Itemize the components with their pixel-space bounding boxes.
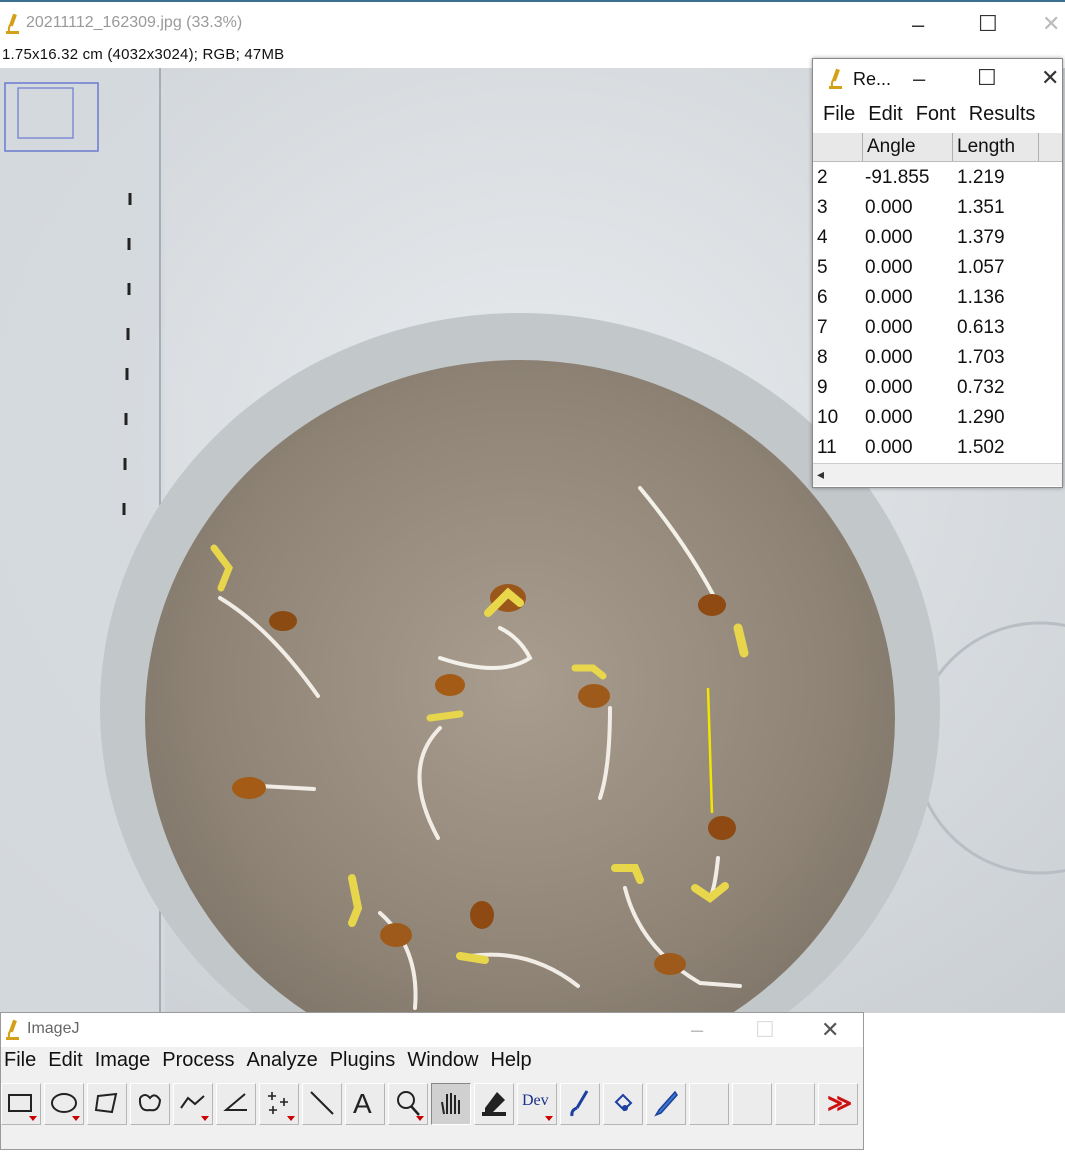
dev-menu-tool[interactable]: Dev	[517, 1083, 557, 1125]
maximize-button[interactable]: ☐	[978, 13, 998, 35]
table-row[interactable]: 9 0.000 0.732	[813, 373, 1062, 403]
more-tools-button[interactable]: ≫	[818, 1083, 858, 1125]
polygon-icon	[94, 1092, 118, 1114]
table-row[interactable]: 6 0.000 1.136	[813, 283, 1062, 313]
imagej-close-button[interactable]: ✕	[821, 1019, 839, 1041]
table-row[interactable]: 7 0.000 0.613	[813, 313, 1062, 343]
close-button[interactable]: ✕	[1042, 13, 1060, 35]
brush-icon	[570, 1090, 589, 1117]
menu-plugins[interactable]: Plugins	[330, 1049, 396, 1077]
table-row[interactable]: 8 0.000 1.703	[813, 343, 1062, 373]
results-window: Re... – ☐ ✕ File Edit Font Results Angle…	[812, 58, 1063, 488]
menu-window[interactable]: Window	[407, 1049, 478, 1077]
multipoint-icon	[268, 1092, 288, 1114]
results-titlebar[interactable]: Re... – ☐ ✕	[813, 59, 1062, 99]
results-maximize-button[interactable]: ☐	[977, 67, 997, 89]
empty-tool-slot-3	[775, 1083, 815, 1125]
image-info-bar: 1.75x16.32 cm (4032x3024); RGB; 47MB	[2, 46, 285, 63]
results-menu-results[interactable]: Results	[969, 103, 1036, 131]
table-row[interactable]: 3 0.000 1.351	[813, 193, 1062, 223]
minimize-button[interactable]: –	[912, 14, 924, 36]
empty-tool-slot-1	[689, 1083, 729, 1125]
empty-tool-slot-2	[732, 1083, 772, 1125]
freehand-icon	[138, 1094, 162, 1112]
brush-tool[interactable]	[560, 1083, 600, 1125]
magnifier-icon	[397, 1091, 420, 1116]
results-menu-edit[interactable]: Edit	[868, 103, 902, 131]
imagej-minimize-button[interactable]: –	[691, 1019, 703, 1041]
imagej-maximize-button[interactable]: ☐	[755, 1019, 775, 1041]
segmented-line-icon	[180, 1095, 205, 1109]
pencil-tool[interactable]	[646, 1083, 686, 1125]
table-row[interactable]: 11 0.000 1.502	[813, 433, 1062, 463]
image-window-titlebar[interactable]: 20211112_162309.jpg (33.3%) – ☐ ✕	[0, 0, 1065, 44]
table-row[interactable]: 5 0.000 1.057	[813, 253, 1062, 283]
angle-icon	[223, 1093, 247, 1111]
imagej-window: ImageJ – ☐ ✕ File Edit Image Process Ana…	[0, 1012, 864, 1150]
results-minimize-button[interactable]: –	[913, 68, 925, 90]
tool-bar: A Dev ≫	[1, 1083, 861, 1135]
imagej-menu-bar: File Edit Image Process Analyze Plugins …	[1, 1049, 541, 1077]
magnifier-tool[interactable]	[388, 1083, 428, 1125]
image-window-title: 20211112_162309.jpg (33.3%)	[26, 14, 243, 31]
imagej-title: ImageJ	[27, 1020, 80, 1037]
freehand-tool[interactable]	[130, 1083, 170, 1125]
rectangle-icon	[8, 1094, 32, 1112]
results-title: Re...	[853, 69, 892, 89]
menu-analyze[interactable]: Analyze	[247, 1049, 318, 1077]
microscope-icon	[6, 13, 19, 34]
flood-fill-tool[interactable]	[603, 1083, 643, 1125]
results-table-header: Angle Length	[813, 133, 1062, 162]
menu-file[interactable]: File	[4, 1049, 36, 1077]
point-tool[interactable]	[259, 1083, 299, 1125]
results-menu-font[interactable]: Font	[916, 103, 956, 131]
line-tool[interactable]	[173, 1083, 213, 1125]
table-row[interactable]: 10 0.000 1.290	[813, 403, 1062, 433]
flood-fill-icon	[614, 1093, 633, 1112]
polygon-tool[interactable]	[87, 1083, 127, 1125]
text-tool[interactable]: A	[345, 1083, 385, 1125]
horizontal-scrollbar[interactable]: ◂	[813, 463, 1062, 486]
results-menu-bar: File Edit Font Results	[813, 103, 1038, 131]
menu-process[interactable]: Process	[162, 1049, 234, 1077]
rectangle-tool[interactable]	[1, 1083, 41, 1125]
column-header-index[interactable]	[813, 133, 863, 161]
color-picker-icon	[482, 1092, 506, 1116]
oval-tool[interactable]	[44, 1083, 84, 1125]
developer-menu-icon: Dev	[522, 1092, 549, 1109]
straight-line-tool[interactable]	[302, 1083, 342, 1125]
results-close-button[interactable]: ✕	[1041, 67, 1059, 89]
results-table-body: 2 -91.855 1.219 3 0.000 1.351 4 0.000 1.379 50…	[813, 163, 1062, 463]
scroll-left-icon[interactable]: ◂	[817, 466, 824, 483]
column-header-angle[interactable]: Angle	[863, 133, 953, 161]
microscope-icon	[829, 68, 842, 89]
hand-icon	[441, 1093, 460, 1115]
color-picker-tool[interactable]	[474, 1083, 514, 1125]
menu-help[interactable]: Help	[490, 1049, 531, 1077]
oval-icon	[51, 1093, 77, 1113]
text-icon: A	[353, 1088, 372, 1119]
table-row[interactable]: 4 0.000 1.379	[813, 223, 1062, 253]
column-header-length[interactable]: Length	[953, 133, 1039, 161]
table-row[interactable]: 2 -91.855 1.219	[813, 163, 1062, 193]
more-tools-icon: ≫	[827, 1090, 853, 1117]
menu-image[interactable]: Image	[95, 1049, 151, 1077]
results-menu-file[interactable]: File	[823, 103, 855, 131]
pencil-icon	[654, 1090, 678, 1117]
menu-edit[interactable]: Edit	[48, 1049, 82, 1077]
angle-tool[interactable]	[216, 1083, 256, 1125]
straight-line-icon	[310, 1091, 334, 1115]
microscope-icon	[6, 1019, 19, 1040]
hand-tool[interactable]	[431, 1083, 471, 1125]
imagej-titlebar[interactable]: ImageJ – ☐ ✕	[1, 1013, 863, 1047]
